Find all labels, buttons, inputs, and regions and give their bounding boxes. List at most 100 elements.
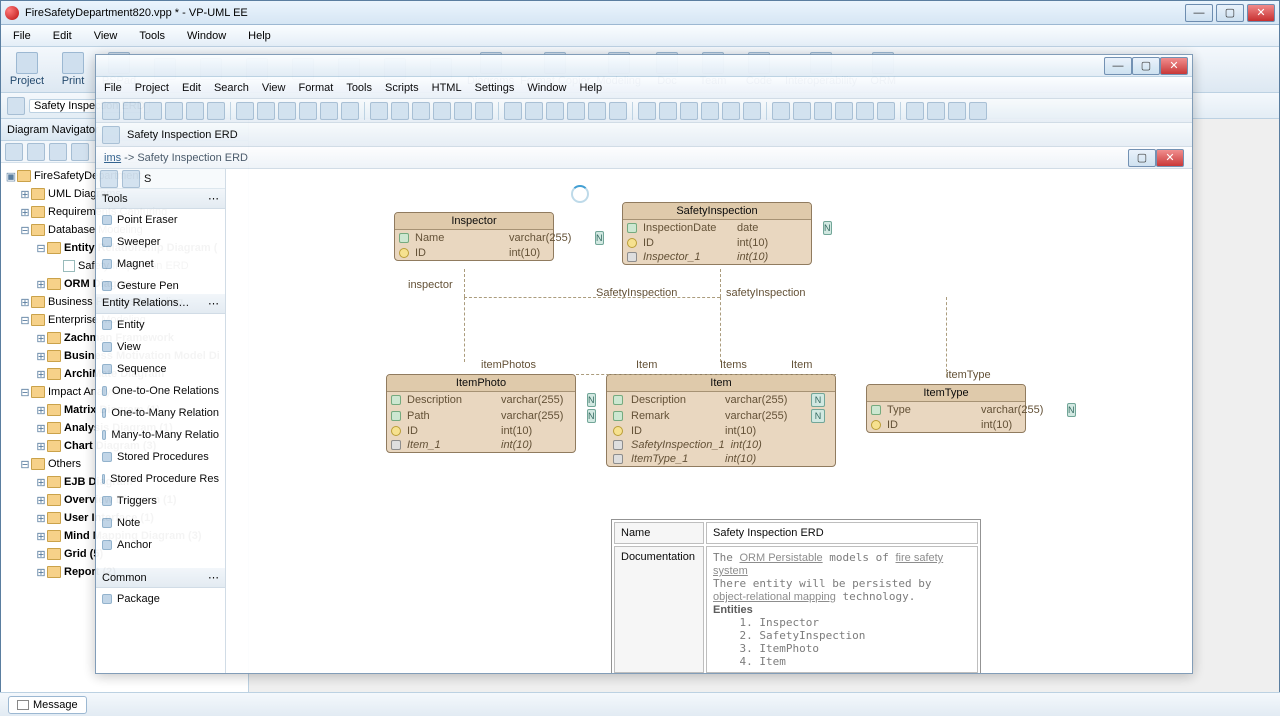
palette-item[interactable]: One-to-One Relations	[96, 380, 225, 402]
inner-menu-help[interactable]: Help	[579, 82, 602, 94]
toolbar-icon[interactable]	[320, 102, 338, 120]
minimize-button[interactable]: —	[1185, 4, 1213, 22]
toolbar-icon[interactable]	[743, 102, 761, 120]
inner-menu-search[interactable]: Search	[214, 82, 249, 94]
nav-icon[interactable]	[7, 97, 25, 115]
toolbar-icon[interactable]	[257, 102, 275, 120]
toolbar-icon[interactable]	[814, 102, 832, 120]
toolbar-icon[interactable]	[454, 102, 472, 120]
entity-column[interactable]: Descriptionvarchar(255)N	[607, 392, 835, 408]
palette-item[interactable]: Entity	[96, 314, 225, 336]
close-button[interactable]: ✕	[1247, 4, 1275, 22]
inner-menu-html[interactable]: HTML	[432, 82, 462, 94]
toolbar-icon[interactable]	[701, 102, 719, 120]
toolbar-icon[interactable]	[370, 102, 388, 120]
entity-itemphoto[interactable]: ItemPhotoDescriptionvarchar(255)NPathvar…	[386, 374, 576, 453]
toolbar-icon[interactable]	[391, 102, 409, 120]
entity-column[interactable]: Typevarchar(255)N	[867, 402, 1025, 418]
toolbar-icon[interactable]	[835, 102, 853, 120]
toolbar-icon[interactable]	[144, 102, 162, 120]
inner-close-button[interactable]: ✕	[1160, 57, 1188, 75]
toolbar-icon[interactable]	[412, 102, 430, 120]
palette-item[interactable]: Triggers	[96, 490, 225, 512]
toolbar-icon[interactable]	[341, 102, 359, 120]
palette-item[interactable]: One-to-Many Relation	[96, 402, 225, 424]
inner-tab-label[interactable]: Safety Inspection ERD	[123, 129, 242, 141]
toolbar-icon[interactable]	[207, 102, 225, 120]
erd-canvas[interactable]: InspectorNamevarchar(255)NIDint(10) Safet…	[226, 169, 1192, 673]
toolbar-icon[interactable]	[525, 102, 543, 120]
entity-column[interactable]: IDint(10)	[607, 424, 835, 438]
toolbar-icon[interactable]	[567, 102, 585, 120]
toolbar-icon[interactable]	[102, 102, 120, 120]
palette-item[interactable]: Package	[96, 588, 225, 610]
toolbar-icon[interactable]	[299, 102, 317, 120]
palette-item[interactable]: Gesture Pen	[96, 275, 225, 294]
palette-item[interactable]: Note	[96, 512, 225, 534]
toolbar-icon[interactable]	[659, 102, 677, 120]
toolbar-icon[interactable]	[793, 102, 811, 120]
inner-menu-edit[interactable]: Edit	[182, 82, 201, 94]
toolbar-icon[interactable]	[475, 102, 493, 120]
toolbar-icon[interactable]	[638, 102, 656, 120]
toolbar-icon[interactable]	[856, 102, 874, 120]
inner-menu-settings[interactable]: Settings	[475, 82, 515, 94]
palette-item[interactable]: Stored Procedure Res	[96, 468, 225, 490]
maximize-button[interactable]: ▢	[1216, 4, 1244, 22]
entity-column[interactable]: IDint(10)	[867, 418, 1025, 432]
inner-dock-button[interactable]: ▢	[1128, 149, 1156, 167]
toolbar-icon[interactable]	[906, 102, 924, 120]
entity-column[interactable]: IDint(10)	[395, 246, 553, 260]
toolbar-icon[interactable]	[680, 102, 698, 120]
entity-column[interactable]: ItemType_1int(10)	[607, 452, 835, 466]
menu-tools[interactable]: Tools	[135, 28, 169, 44]
toolbar-icon[interactable]	[722, 102, 740, 120]
toolbar-icon[interactable]	[236, 102, 254, 120]
toolbar-icon[interactable]	[877, 102, 895, 120]
palette-item[interactable]: Anchor	[96, 534, 225, 556]
toolbar-icon[interactable]	[165, 102, 183, 120]
entity-safetyinspection[interactable]: SafetyInspectionInspectionDatedateNIDint…	[622, 202, 812, 265]
entity-column[interactable]: Inspector_1int(10)	[623, 250, 811, 264]
palette-item[interactable]: Stored Procedures	[96, 446, 225, 468]
inner-menu-window[interactable]: Window	[527, 82, 566, 94]
entity-inspector[interactable]: InspectorNamevarchar(255)NIDint(10)	[394, 212, 554, 261]
entity-column[interactable]: SafetyInspection_1int(10)	[607, 438, 835, 452]
toolbar-icon[interactable]	[504, 102, 522, 120]
menu-window[interactable]: Window	[183, 28, 230, 44]
toolbar-icon[interactable]	[772, 102, 790, 120]
inner-menu-format[interactable]: Format	[298, 82, 333, 94]
toolbar-icon[interactable]	[123, 102, 141, 120]
palette-item[interactable]: Sequence	[96, 358, 225, 380]
toolbar-icon[interactable]	[969, 102, 987, 120]
palette-item[interactable]: Magnet	[96, 253, 225, 275]
entity-column[interactable]: Remarkvarchar(255)N	[607, 408, 835, 424]
palette-entity-header[interactable]: Entity Relations…	[102, 297, 189, 309]
nav-tool-icon[interactable]	[27, 143, 45, 161]
entity-column[interactable]: Descriptionvarchar(255)N	[387, 392, 575, 408]
entity-item[interactable]: ItemDescriptionvarchar(255)NRemarkvarcha…	[606, 374, 836, 467]
message-button[interactable]: Message	[8, 696, 87, 714]
entity-column[interactable]: IDint(10)	[623, 236, 811, 250]
palette-item[interactable]: View	[96, 336, 225, 358]
entity-column[interactable]: Pathvarchar(255)N	[387, 408, 575, 424]
crumb-root[interactable]: ims	[104, 152, 121, 164]
entity-itemtype[interactable]: ItemTypeTypevarchar(255)NIDint(10)	[866, 384, 1026, 433]
inner-minimize-button[interactable]: —	[1104, 57, 1132, 75]
inner-menu-scripts[interactable]: Scripts	[385, 82, 419, 94]
palette-item[interactable]: Sweeper	[96, 231, 225, 253]
palette-tools-header[interactable]: Tools	[102, 193, 128, 205]
tab-icon[interactable]	[102, 126, 120, 144]
nav-tool-icon[interactable]	[5, 143, 23, 161]
menu-edit[interactable]: Edit	[49, 28, 76, 44]
toolbar-icon[interactable]	[186, 102, 204, 120]
menu-view[interactable]: View	[90, 28, 122, 44]
toolbar-icon[interactable]	[588, 102, 606, 120]
toolbar-icon[interactable]	[609, 102, 627, 120]
entity-column[interactable]: IDint(10)	[387, 424, 575, 438]
collapse-icon[interactable]: ⋯	[208, 571, 219, 584]
entity-column[interactable]: InspectionDatedateN	[623, 220, 811, 236]
palette-item[interactable]: Many-to-Many Relatio	[96, 424, 225, 446]
nav-tool-icon[interactable]	[49, 143, 67, 161]
palette-item[interactable]: Point Eraser	[96, 209, 225, 231]
